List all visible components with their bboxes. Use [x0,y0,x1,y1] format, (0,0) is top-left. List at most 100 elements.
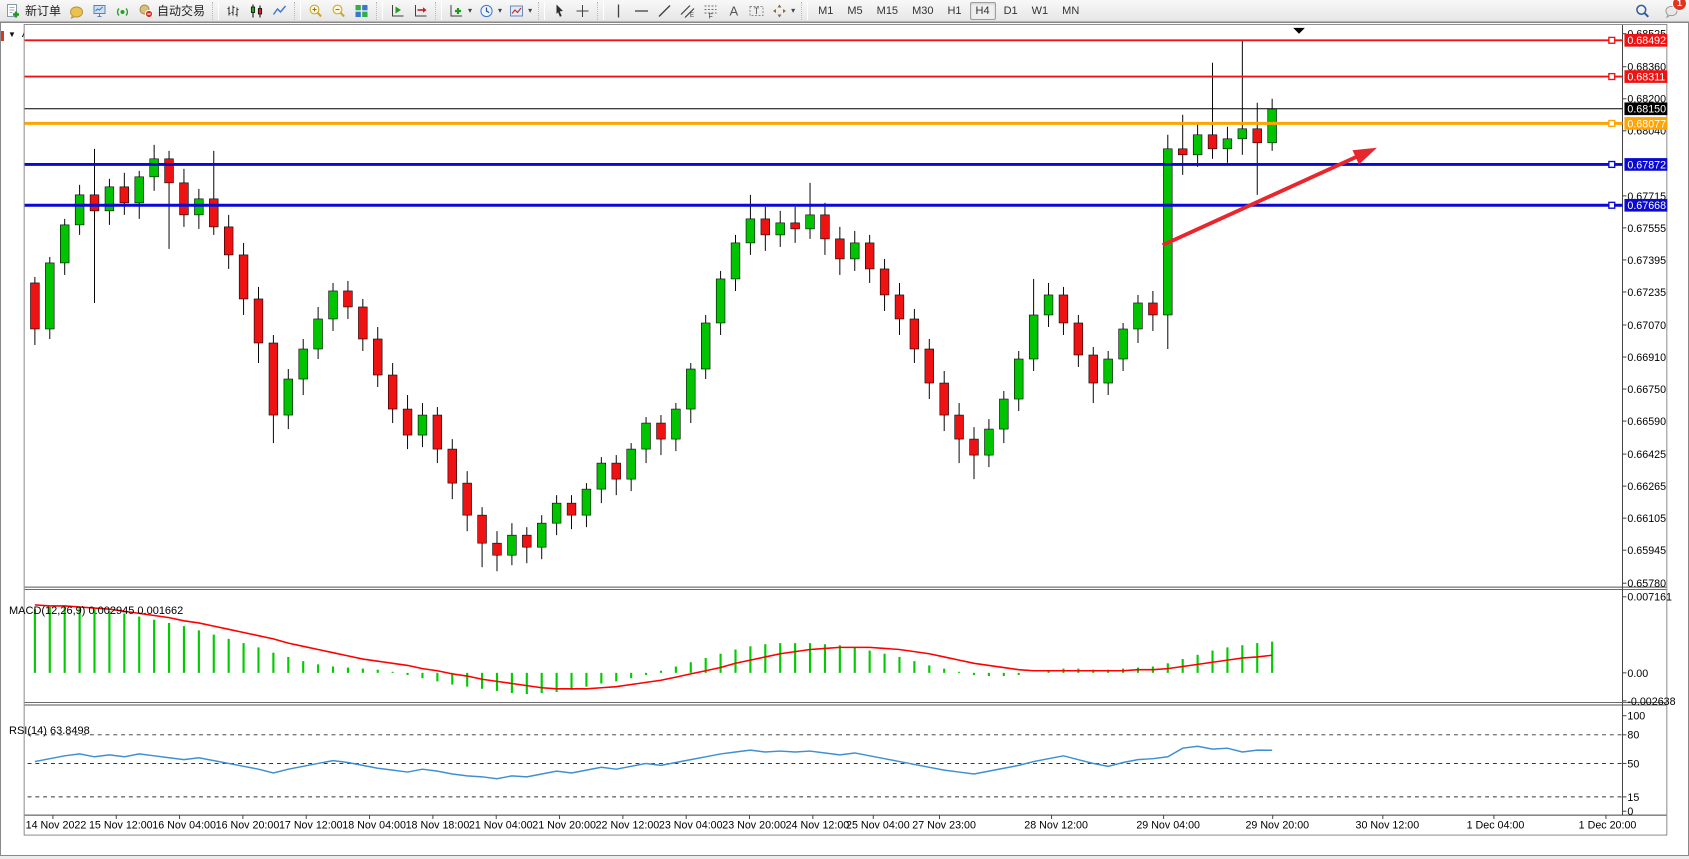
level-price-label: 0.68311 [1627,71,1665,83]
candlestick [1089,355,1098,383]
new-order-button[interactable]: 新订单 [2,0,65,22]
candlestick [254,299,263,343]
cursor-button[interactable] [548,0,571,22]
candlestick [567,503,576,515]
time-axis-label: 18 Nov 18:00 [406,820,470,832]
market-watch-button[interactable] [88,0,111,22]
candlestick [299,349,308,379]
candlestick [224,227,233,255]
new-order-icon [5,3,22,19]
time-axis-label: 1 Dec 04:00 [1467,820,1525,832]
channel-button[interactable]: E [676,0,699,22]
arrows-button[interactable]: ▾ [768,0,798,22]
zoom-in-button[interactable] [304,0,327,22]
candlestick [358,307,367,339]
trendline-button[interactable] [653,0,676,22]
new-chart-button[interactable]: ▾ [445,0,475,22]
time-axis-label: 22 Nov 12:00 [596,820,660,832]
candlestick [1208,135,1217,149]
timeframe-h1-button[interactable]: H1 [941,2,967,20]
bar-chart-button[interactable] [222,0,245,22]
price-tick-label: 0.66265 [1627,481,1666,493]
news-button[interactable] [65,0,88,22]
timeframe-m5-button[interactable]: M5 [841,2,868,20]
candlestick [1149,303,1158,315]
candlestick [627,449,636,479]
candlestick [433,415,442,449]
timeframe-m15-button[interactable]: M15 [871,2,904,20]
candlestick [239,255,248,299]
toolbar-separator [212,2,219,20]
auto-scroll-button[interactable] [386,0,409,22]
crosshair-button[interactable] [571,0,594,22]
chevron-down-icon[interactable]: ▾ [527,7,532,15]
new-chart-icon [448,3,465,19]
level-price-label: 0.67668 [1627,200,1666,212]
time-axis-label: 14 Nov 2022 [26,820,87,832]
vertical-line-button[interactable] [607,0,630,22]
price-tick-label: 0.66425 [1627,449,1666,461]
notification-count-badge: 1 [1672,0,1687,11]
level-endpoint-marker [1609,37,1615,43]
candlestick [45,263,54,329]
candlestick [731,243,740,279]
candlestick [418,415,427,435]
search-icon [1634,3,1651,19]
chart-canvas[interactable]: 0.685250.683600.682000.680400.677150.675… [1,23,1689,857]
tile-windows-button[interactable] [350,0,373,22]
bar-chart-icon [225,3,242,19]
candlestick [940,383,949,415]
rsi-axis-label: 0 [1627,806,1633,818]
toolbar-separator [376,2,383,20]
chevron-down-icon[interactable]: ▾ [497,7,502,15]
candlestick [686,369,695,409]
candlestick [105,187,114,211]
period-clock-button[interactable]: ▾ [475,0,505,22]
chart-shift-button[interactable] [409,0,432,22]
candlestick [75,195,84,225]
toolbar: 新订单 自动交易 ▾ ▾ ▾ EFAT ▾ M1M5M15M30H1H4D1W1MN 1 [0,0,1689,22]
candlestick [30,283,39,329]
candlestick [1134,303,1143,329]
timeframe-m30-button[interactable]: M30 [906,2,939,20]
time-axis-label: 15 Nov 12:00 [89,820,153,832]
time-axis-label: 29 Nov 20:00 [1245,820,1309,832]
rsi-indicator-label: RSI(14) 63.8498 [9,725,90,737]
macd-axis-label: -0.002638 [1627,696,1675,708]
horizontal-line-icon [633,3,650,19]
candlestick [165,159,174,183]
candlestick [1253,129,1262,143]
price-tick-label: 0.67235 [1627,287,1666,299]
timeframe-mn-button[interactable]: MN [1056,2,1085,20]
candlestick-chart-button[interactable] [245,0,268,22]
zoom-out-button[interactable] [327,0,350,22]
time-axis-label: 23 Nov 20:00 [722,820,786,832]
candlestick [373,339,382,375]
chevron-down-icon[interactable]: ▾ [467,7,472,15]
timeframe-w1-button[interactable]: W1 [1026,2,1055,20]
signals-icon [114,3,131,19]
timeframe-h4-button[interactable]: H4 [970,2,996,20]
notifications-button[interactable]: 1 [1660,0,1683,22]
auto-trading-label: 自动交易 [156,2,206,19]
timeframe-d1-button[interactable]: D1 [998,2,1024,20]
auto-trading-button[interactable]: 自动交易 [134,0,209,22]
chart-window[interactable]: ▼ AUDUSD-,H4 0.68178 0.68178 0.68025 0.6… [0,22,1689,856]
timeframe-m1-button[interactable]: M1 [812,2,839,20]
search-button[interactable] [1631,0,1654,22]
line-chart-button[interactable] [268,0,291,22]
candlestick [746,219,755,243]
chevron-down-icon[interactable]: ▾ [790,7,795,15]
signals-button[interactable] [111,0,134,22]
level-endpoint-marker [1609,202,1615,208]
candlestick [612,463,621,479]
fibonacci-button[interactable]: F [699,0,722,22]
candlestick [150,159,159,177]
text-button[interactable]: A [722,0,745,22]
template-button[interactable]: ▾ [505,0,535,22]
time-axis-label: 16 Nov 04:00 [152,820,216,832]
horizontal-line-button[interactable] [630,0,653,22]
label-button[interactable]: T [745,0,768,22]
price-tick-label: 0.67395 [1627,255,1666,267]
current-price-label: 0.68150 [1627,104,1666,116]
